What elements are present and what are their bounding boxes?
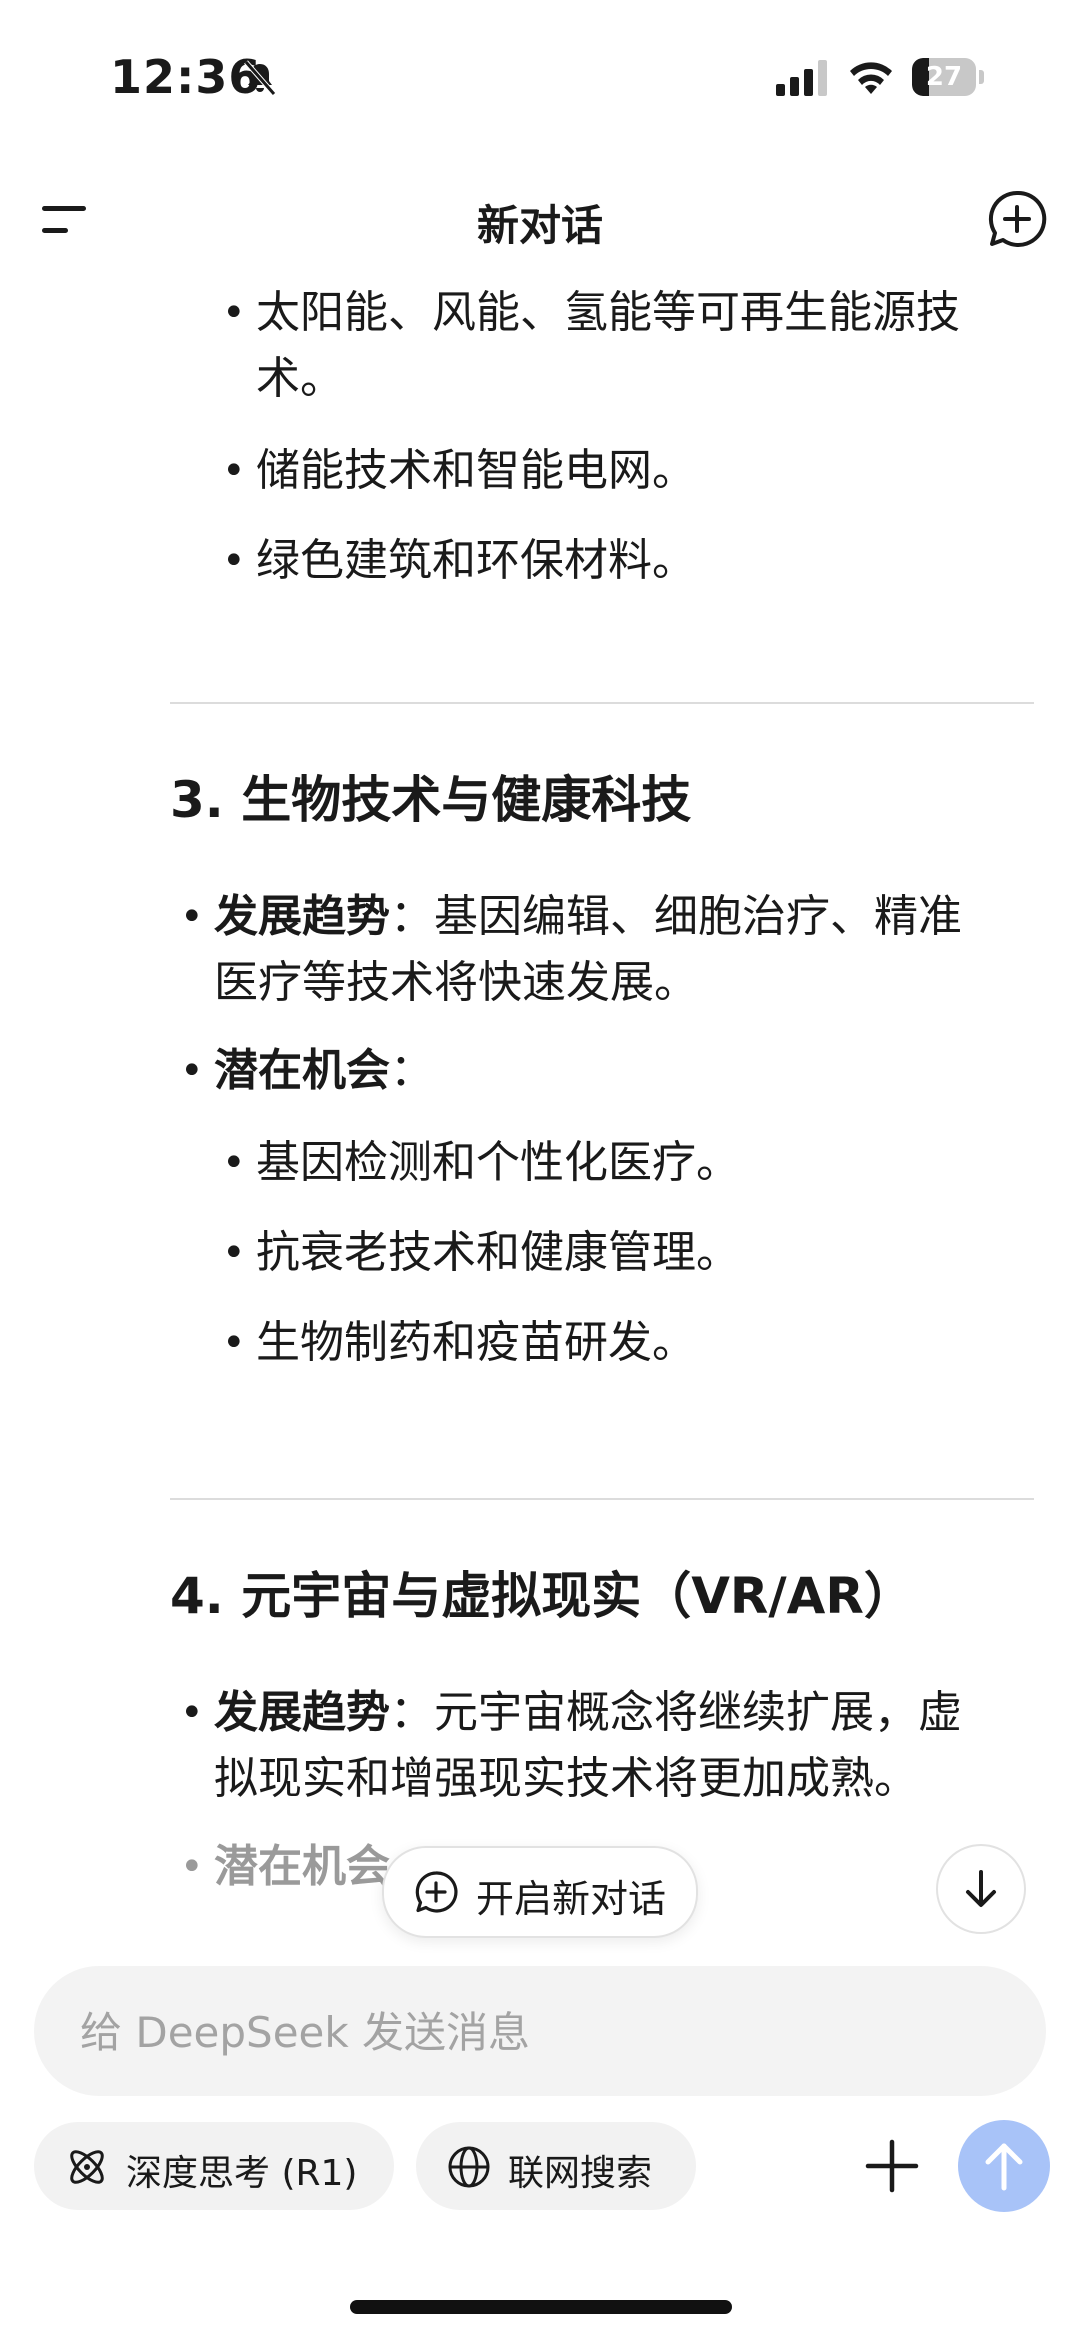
- bell-slash-icon: [244, 60, 276, 96]
- deep-think-label: 深度思考 (R1): [126, 2153, 358, 2194]
- send-button[interactable]: [958, 2120, 1050, 2212]
- cellular-signal-icon: [776, 60, 827, 96]
- web-search-label: 联网搜索: [508, 2153, 653, 2194]
- deep-think-toggle[interactable]: 深度思考 (R1): [34, 2122, 394, 2210]
- new-chat-button[interactable]: 开启新对话: [382, 1846, 698, 1938]
- new-chat-icon[interactable]: [986, 188, 1048, 250]
- battery-icon: 27: [912, 58, 984, 96]
- status-time: 12:36: [110, 50, 262, 104]
- new-chat-label: 开启新对话: [476, 1877, 667, 1921]
- arrow-down-icon: [966, 1870, 996, 1907]
- scroll-to-bottom-button[interactable]: [936, 1844, 1026, 1934]
- message-content: • 太阳能、风能、氢能等可再生能源技 术。 • 储能技术和智能电网。 • 绿色建筑…: [0, 270, 1080, 1920]
- wifi-icon: [850, 62, 892, 94]
- home-indicator[interactable]: [350, 2300, 732, 2314]
- section-divider: [170, 1498, 1034, 1500]
- section-divider: [170, 702, 1034, 704]
- globe-icon: [448, 2146, 490, 2188]
- plus-icon[interactable]: [860, 2134, 924, 2198]
- section-heading: 3. 生物技术与健康科技: [170, 771, 692, 829]
- app-header: 新对话: [0, 170, 1080, 270]
- atom-icon: [70, 2150, 104, 2184]
- message-input[interactable]: [78, 1998, 1002, 2066]
- status-bar: 12:36 27: [0, 0, 1080, 160]
- new-chat-icon: [415, 1871, 458, 1913]
- battery-level: 27: [925, 62, 963, 92]
- section-heading: 4. 元宇宙与虚拟现实（VR/AR）: [170, 1567, 914, 1625]
- page-title: 新对话: [476, 201, 603, 250]
- arrow-up-icon: [985, 2143, 1023, 2191]
- web-search-toggle[interactable]: 联网搜索: [416, 2122, 696, 2210]
- message-composer: [34, 1966, 1046, 2096]
